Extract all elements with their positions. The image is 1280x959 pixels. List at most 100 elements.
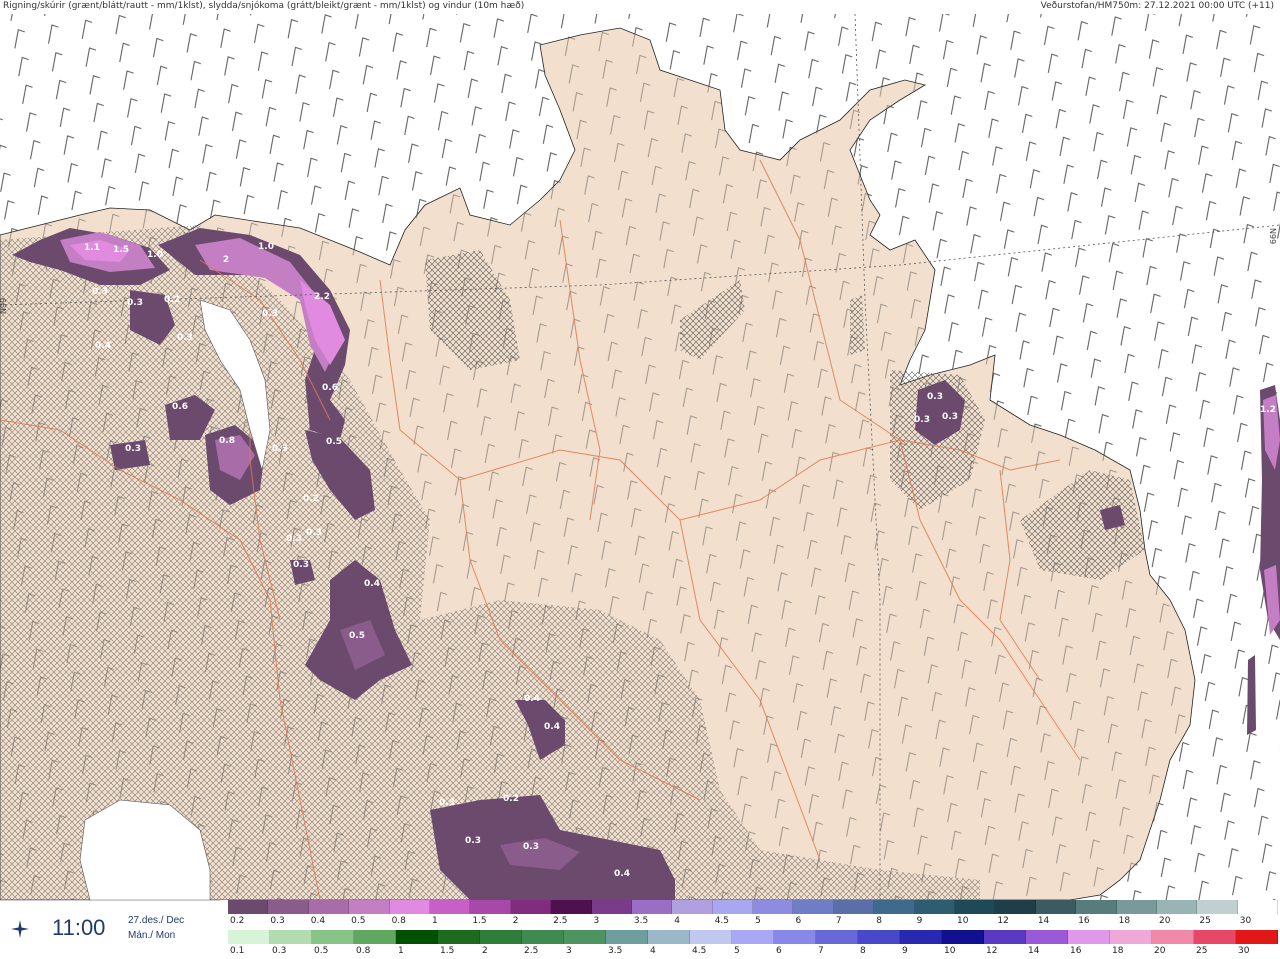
rain-legend-swatch (816, 930, 858, 944)
weather-map[interactable]: N99 N99 1.1 1.5 1.0 0.3 0.3 0.2 1.0 2 0.3 2.2 0.3 0… (0, 14, 1280, 900)
snow-legend-swatch (389, 900, 430, 914)
rain-legend-swatch (1152, 930, 1194, 944)
snow-legend-swatch (874, 900, 915, 914)
rain-legend-swatch (1194, 930, 1236, 944)
snow-legend-swatch (793, 900, 834, 914)
snow-legend-label: 4.5 (714, 916, 730, 926)
lat-label-right: N99 (1268, 228, 1277, 244)
rain-legend-swatch (984, 930, 1026, 944)
snow-legend-swatch (1035, 900, 1077, 914)
rain-legend-swatch (858, 930, 900, 944)
rain-legend-swatch (1026, 930, 1068, 944)
precip-value-label: 0.8 (219, 436, 235, 446)
rain-legend-label: 1 (398, 946, 404, 956)
snow-legend-label: 4 (674, 916, 681, 926)
snow-legend-label: 10 (957, 916, 969, 926)
snow-legend-label: 9 (916, 916, 923, 926)
snow-legend-swatch (591, 900, 632, 914)
snow-legend-swatch (1116, 900, 1157, 914)
snow-legend-label: 1 (431, 916, 438, 926)
precip-value-label: 0.2 (164, 295, 180, 305)
snow-legend-swatch (753, 900, 794, 914)
snow-legend-swatch (429, 900, 471, 914)
rain-legend-label: 9 (902, 946, 908, 956)
precip-value-label: 1.0 (258, 242, 274, 252)
precip-value-label: 0.2 (303, 494, 319, 504)
precip-value-label: 0.5 (349, 631, 365, 641)
rain-legend-label: 0.3 (272, 946, 287, 956)
rain-legend-label: 7 (818, 946, 824, 956)
map-source: Veðurstofan/HM750m: 27.12.2021 00:00 UTC… (1040, 1, 1274, 11)
rain-legend-label: 0.8 (356, 946, 371, 956)
rain-legend-swatch (690, 930, 732, 944)
snow-legend-label: 0.2 (230, 916, 245, 926)
precip-value-label: 0.2 (503, 794, 519, 804)
rain-legend-label: 14 (1028, 946, 1040, 956)
snow-legend-swatch (672, 900, 713, 914)
snow-legend-swatch (228, 900, 269, 914)
snow-legend-label: 1.5 (472, 916, 487, 926)
time-panel: 11:00 27.des./ Dec Mán./ Mon (0, 900, 220, 959)
snow-legend-swatches (228, 900, 1279, 914)
precip-value-label: 0.3 (293, 560, 309, 570)
snow-legend-labels: 0.2 0.3 0.4 0.5 0.8 1 1.5 2 2.5 3 3.5 4 4.5 5 6 7 8 9 10 12… (228, 915, 1278, 927)
rain-legend-swatch (480, 930, 522, 944)
rain-legend-label: 5 (734, 946, 740, 956)
precip-value-label: 0.3 (306, 528, 322, 538)
rain-legend-swatch (228, 930, 270, 944)
rain-legend-label: 2.5 (524, 946, 539, 956)
rain-legend-label: 4.5 (692, 946, 707, 956)
precip-value-label: 0.3 (92, 287, 108, 297)
rain-legend-swatch (396, 930, 438, 944)
snow-legend-swatch (551, 900, 592, 914)
rain-legend-swatch (564, 930, 606, 944)
rain-legend-swatch (606, 930, 648, 944)
wind-compass-icon[interactable] (10, 919, 30, 939)
map-header: Rigning/skúrir (grænt/blátt/rautt - mm/1… (0, 0, 1280, 14)
snow-legend-swatch (631, 900, 673, 914)
precip-value-label: 0.3 (465, 836, 481, 846)
snow-legend-swatch (1076, 900, 1117, 914)
rain-legend-swatch (942, 930, 984, 944)
forecast-date: 27.des./ Dec (128, 915, 185, 926)
snow-legend-label: 12 (997, 916, 1009, 926)
rain-legend-label: 25 (1196, 946, 1208, 956)
snow-legend-swatch (833, 900, 875, 914)
precip-value-label: 0.4 (95, 341, 111, 351)
precip-value-label: 0.3 (272, 444, 288, 454)
snow-legend-label: 3 (593, 916, 600, 926)
rain-legend-swatch (312, 930, 354, 944)
snow-legend-label: 30 (1239, 916, 1252, 926)
lat-label-left: N99 (0, 298, 8, 314)
snow-legend-label: 18 (1118, 916, 1131, 926)
rain-legend-label: 3 (566, 946, 572, 956)
snow-legend-label: 6 (795, 916, 802, 926)
precip-value-label: 0.6 (322, 383, 338, 393)
snow-legend-swatch (1237, 900, 1279, 914)
rain-legend-swatch (438, 930, 480, 944)
rain-legend-swatch (1236, 930, 1278, 944)
snow-legend-swatch (510, 900, 552, 914)
precip-value-label: 0.4 (544, 722, 560, 732)
snow-legend-swatch (914, 900, 956, 914)
rain-legend-label: 2 (482, 946, 488, 956)
precip-value-label: 0.3 (523, 842, 539, 852)
precip-value-label: 0.3 (286, 534, 302, 544)
precip-value-label: 0.3 (262, 309, 278, 319)
rain-legend-label: 12 (986, 946, 998, 956)
precip-value-label: 0.3 (177, 333, 193, 343)
rain-legend-swatches (228, 930, 1278, 944)
precip-value-label: 0.3 (914, 415, 930, 425)
rain-legend-swatch (270, 930, 312, 944)
rain-legend-label: 4 (650, 946, 656, 956)
snow-legend-label: 0.5 (351, 916, 366, 926)
map-title: Rigning/skúrir (grænt/blátt/rautt - mm/1… (3, 1, 525, 11)
snow-legend-swatch (308, 900, 350, 914)
rain-legend-label: 0.5 (314, 946, 329, 956)
snow-legend-swatch (349, 900, 390, 914)
rain-legend-label: 6 (776, 946, 782, 956)
snow-legend-swatch (470, 900, 511, 914)
rain-legend-label: 3.5 (608, 946, 623, 956)
precip-value-label: 1.2 (1260, 405, 1276, 415)
rain-legend-swatch (732, 930, 774, 944)
